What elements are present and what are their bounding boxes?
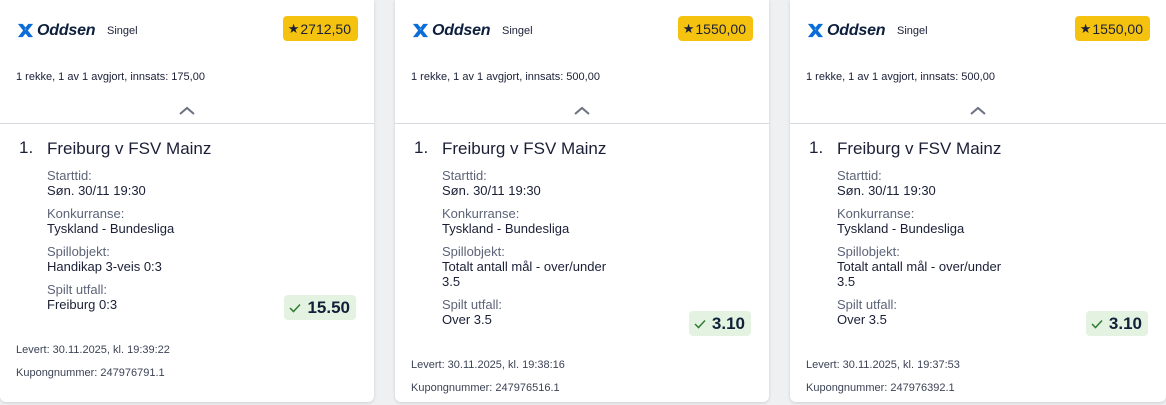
delivered-time: Levert: 30.11.2025, kl. 19:37:53 xyxy=(806,359,960,371)
brand-name: Oddsen xyxy=(37,21,96,39)
start-time-label: Starttid: xyxy=(837,168,882,183)
start-time-value: Søn. 30/11 19:30 xyxy=(47,183,146,198)
bet-object-label: Spillobjekt: xyxy=(442,244,505,259)
item-number: 1. xyxy=(19,138,34,157)
odds-value: 15.50 xyxy=(307,297,350,317)
divider xyxy=(395,123,769,124)
total-odds-value: 1550,00 xyxy=(695,20,746,37)
coupon-number: Kupongnummer: 247976516.1 xyxy=(411,382,560,394)
bet-object-value: Handikap 3-veis 0:3 xyxy=(47,259,162,274)
item-number: 1. xyxy=(809,138,824,157)
oddsen-logo: Oddsen xyxy=(16,21,96,40)
odds-badge: 3.10 xyxy=(688,311,751,336)
bet-object-value: Totalt antall mål - over/under xyxy=(442,259,607,274)
start-time-value: Søn. 30/11 19:30 xyxy=(442,183,541,198)
outcome-block: Spilt utfall: Over 3.5 xyxy=(442,297,642,327)
star-icon: ★ xyxy=(682,20,695,36)
coupon-number: Kupongnummer: 247976791.1 xyxy=(16,367,165,379)
start-time-block: Starttid: Søn. 30/11 19:30 xyxy=(837,168,1037,198)
bet-object-value-line2: 3.5 xyxy=(442,274,461,289)
check-icon xyxy=(1091,319,1103,329)
coupon-card: Oddsen Singel ★ 1550,00 1 rekke, 1 av 1 … xyxy=(395,0,769,402)
bet-object-label: Spillobjekt: xyxy=(837,244,900,259)
coupon-number: Kupongnummer: 247976392.1 xyxy=(806,382,955,394)
bet-object-block: Spillobjekt: Totalt antall mål - over/un… xyxy=(837,244,1037,289)
competition-value: Tyskland - Bundesliga xyxy=(837,221,965,236)
start-time-label: Starttid: xyxy=(442,168,487,183)
competition-value: Tyskland - Bundesliga xyxy=(47,221,175,236)
coupon-card: Oddsen Singel ★ 1550,00 1 rekke, 1 av 1 … xyxy=(790,0,1166,402)
outcome-value: Freiburg 0:3 xyxy=(47,297,118,312)
total-odds-value: 2712,50 xyxy=(300,20,351,37)
bet-object-value-line2: 3.5 xyxy=(837,274,856,289)
bet-object-label: Spillobjekt: xyxy=(47,244,110,259)
coupon-type: Singel xyxy=(107,25,138,37)
odds-value: 3.10 xyxy=(1108,313,1142,333)
item-number: 1. xyxy=(414,138,429,157)
coupon-summary: 1 rekke, 1 av 1 avgjort, innsats: 175,00 xyxy=(16,71,205,83)
odds-badge: 3.10 xyxy=(1085,311,1148,336)
oddsen-logo: Oddsen xyxy=(411,21,491,40)
bet-object-value: Totalt antall mål - over/under xyxy=(837,259,1002,274)
total-odds-badge: ★ 1550,00 xyxy=(1074,16,1150,41)
total-odds-badge: ★ 1550,00 xyxy=(677,16,753,41)
oddsen-x-icon xyxy=(807,23,824,38)
check-icon xyxy=(289,303,302,313)
match-title: Freiburg v FSV Mainz xyxy=(837,139,1002,158)
odds-badge: 15.50 xyxy=(284,295,356,320)
outcome-label: Spilt utfall: xyxy=(47,282,107,297)
odds-value: 3.10 xyxy=(711,313,745,333)
coupon-type: Singel xyxy=(502,25,533,37)
brand-name: Oddsen xyxy=(432,21,491,39)
chevron-up-icon[interactable] xyxy=(572,104,592,116)
competition-block: Konkurranse: Tyskland - Bundesliga xyxy=(442,206,642,236)
outcome-value: Over 3.5 xyxy=(837,312,887,327)
match-title: Freiburg v FSV Mainz xyxy=(47,139,212,158)
total-odds-badge: ★ 2712,50 xyxy=(282,16,358,41)
match-title: Freiburg v FSV Mainz xyxy=(442,139,607,158)
outcome-label: Spilt utfall: xyxy=(837,297,897,312)
competition-label: Konkurranse: xyxy=(47,206,125,221)
oddsen-x-icon xyxy=(17,23,34,38)
divider xyxy=(0,123,374,124)
start-time-label: Starttid: xyxy=(47,168,92,183)
coupon-card: Oddsen Singel ★ 2712,50 1 rekke, 1 av 1 … xyxy=(0,0,374,402)
outcome-label: Spilt utfall: xyxy=(442,297,502,312)
star-icon: ★ xyxy=(1079,20,1092,36)
start-time-block: Starttid: Søn. 30/11 19:30 xyxy=(47,168,247,198)
chevron-up-icon[interactable] xyxy=(968,104,988,116)
delivered-time: Levert: 30.11.2025, kl. 19:39:22 xyxy=(16,344,170,356)
coupon-type: Singel xyxy=(897,25,928,37)
start-time-block: Starttid: Søn. 30/11 19:30 xyxy=(442,168,642,198)
oddsen-logo: Oddsen xyxy=(806,21,886,40)
outcome-value: Over 3.5 xyxy=(442,312,492,327)
chevron-up-icon[interactable] xyxy=(177,104,197,116)
competition-label: Konkurranse: xyxy=(442,206,520,221)
bet-object-block: Spillobjekt: Totalt antall mål - over/un… xyxy=(442,244,642,289)
outcome-block: Spilt utfall: Freiburg 0:3 xyxy=(47,282,247,312)
total-odds-value: 1550,00 xyxy=(1092,20,1143,37)
start-time-value: Søn. 30/11 19:30 xyxy=(837,183,936,198)
check-icon xyxy=(694,319,706,329)
competition-block: Konkurranse: Tyskland - Bundesliga xyxy=(47,206,247,236)
competition-block: Konkurranse: Tyskland - Bundesliga xyxy=(837,206,1037,236)
coupon-summary: 1 rekke, 1 av 1 avgjort, innsats: 500,00 xyxy=(806,71,995,83)
outcome-block: Spilt utfall: Over 3.5 xyxy=(837,297,1037,327)
star-icon: ★ xyxy=(287,20,300,36)
competition-value: Tyskland - Bundesliga xyxy=(442,221,570,236)
brand-name: Oddsen xyxy=(827,21,886,39)
delivered-time: Levert: 30.11.2025, kl. 19:38:16 xyxy=(411,359,565,371)
divider xyxy=(790,123,1166,124)
oddsen-x-icon xyxy=(412,23,429,38)
competition-label: Konkurranse: xyxy=(837,206,915,221)
bet-object-block: Spillobjekt: Handikap 3-veis 0:3 xyxy=(47,244,247,274)
coupon-summary: 1 rekke, 1 av 1 avgjort, innsats: 500,00 xyxy=(411,71,600,83)
